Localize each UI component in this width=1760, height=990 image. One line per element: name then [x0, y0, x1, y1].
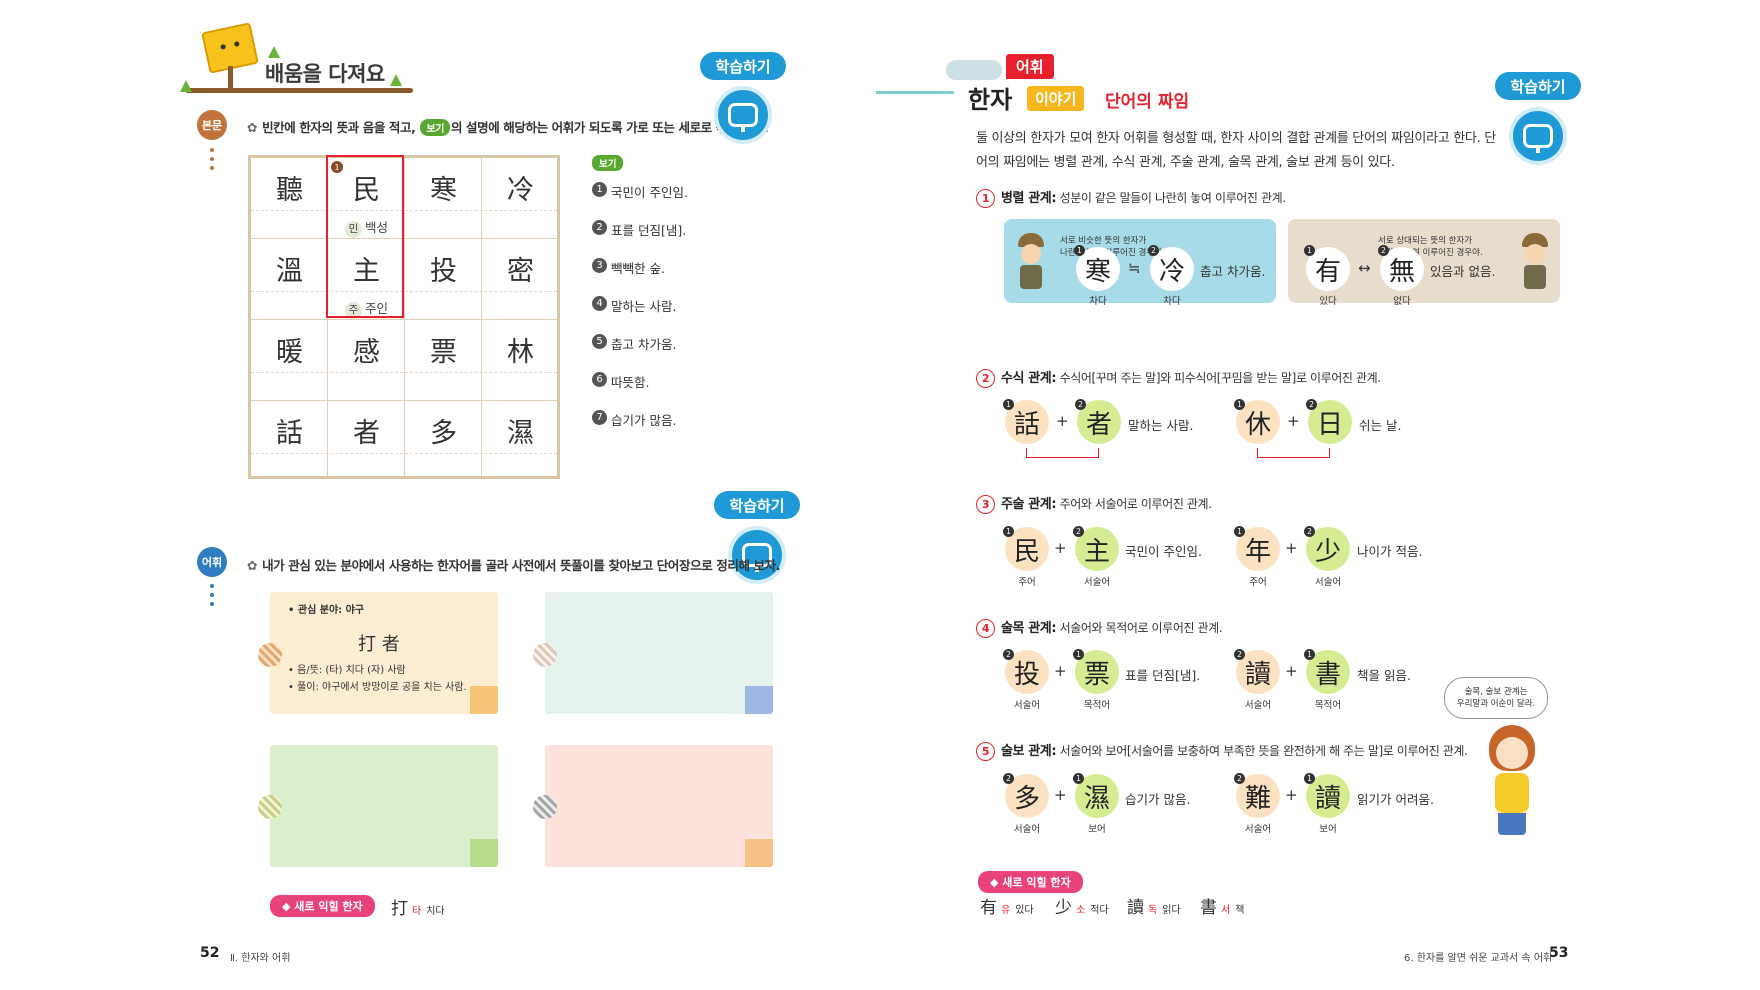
parallel-similar-panel: 서로 비슷한 뜻의 한자가 나란히 놓여 이루어진 경우야. 寒 1 ≒ 冷 2… [1004, 219, 1276, 307]
clover-icon: ✿ [247, 558, 258, 573]
list-item: 7 습기가 많음. [592, 410, 688, 448]
vocab-card[interactable]: • 관심 분야: 야구 打 者 • 음/뜻: (타) 치다 (자) 사람 • 풀… [270, 592, 498, 714]
new-hanja-item: 書서책 [1200, 898, 1245, 918]
learn-button[interactable]: 학습하기 [714, 491, 800, 519]
list-item: 3 빽빽한 숲. [592, 258, 688, 296]
pin-icon [533, 795, 557, 819]
grid-cell[interactable]: 感 [328, 320, 405, 400]
title-tag: 이야기 [1027, 86, 1085, 111]
grid-cell[interactable]: 者 [328, 401, 405, 476]
grid-cell[interactable]: 暖 [251, 320, 328, 400]
grid-cell[interactable]: 溫 [251, 239, 328, 319]
new-hanja-item: 打 타 치다 [391, 899, 445, 919]
new-hanja-item: 讀 독 읽다 [1127, 898, 1181, 918]
section2-instruction: ✿ 내가 관심 있는 분야에서 사용하는 한자어를 골라 사전에서 뜻풀이를 찾아… [247, 558, 781, 573]
bogi-list: 1 국민이 주인임. 2 표를 던짐[냄]. 3 빽빽한 숲. 4 말하는 사람. 5춥… [592, 182, 688, 448]
grid-cell[interactable]: 冷 [482, 158, 559, 238]
pin-icon [533, 643, 557, 667]
pin-icon [258, 795, 282, 819]
explorer-character-icon [1018, 233, 1046, 291]
card-reading: • 음/뜻: (타) 치다 (자) 사람 [288, 665, 406, 676]
stage-title: 배움을 다져요 [265, 62, 385, 86]
answer-highlight-box [326, 155, 404, 318]
learn-button[interactable]: 학습하기 [1495, 72, 1581, 100]
card-meaning: • 풀이: 야구에서 방망이로 공을 치는 사람. [288, 682, 467, 693]
grid-cell[interactable]: 投 [405, 239, 482, 319]
grass-icon [268, 46, 280, 58]
learn-monitor-icon[interactable] [1509, 107, 1567, 165]
grid-cell[interactable]: 林 [482, 320, 559, 400]
grid-number-badge: 1 [331, 161, 343, 173]
pin-icon [258, 643, 282, 667]
grid-cell[interactable]: 密 [482, 239, 559, 319]
bogi-tag: 보기 [592, 155, 624, 171]
learn-button[interactable]: 학습하기 [700, 52, 786, 80]
girl-character-icon [1482, 725, 1542, 840]
grid-cell[interactable]: 多 [405, 401, 482, 476]
section-title: 3 주술 관계: 주어와 서술어로 이루어진 관계. [976, 493, 1212, 514]
page-chapter: Ⅱ. 한자와 어휘 [230, 953, 291, 964]
badge-dots [210, 584, 214, 611]
cloud-icon [946, 60, 1002, 80]
new-hanja-item: 有 유 있다 [980, 898, 1034, 918]
title-accent-line [876, 91, 954, 94]
list-item: 4 말하는 사람. [592, 296, 688, 334]
page-subtitle: 단어의 짜임 [1105, 92, 1190, 112]
grid-cell[interactable]: 寒 [405, 158, 482, 238]
stage-underline [185, 88, 413, 93]
grass-icon [180, 80, 192, 92]
grass-icon [390, 74, 402, 86]
list-item: 1 국민이 주인임. [592, 182, 688, 220]
section-title: 2 수식 관계: 수식어[꾸며 주는 말]와 피수식어[꾸밈을 받는 말]로 이루… [976, 367, 1381, 388]
vocab-card[interactable] [545, 745, 773, 867]
page-number: 52 [200, 945, 220, 961]
badge-dots [210, 148, 214, 175]
new-hanja-tag: ◆ 새로 익힐 한자 [270, 895, 375, 917]
page-number: 53 [1549, 945, 1569, 961]
learn-monitor-icon[interactable] [714, 86, 772, 144]
intro-paragraph: 둘 이상의 한자가 모여 한자 어휘를 형성할 때, 한자 사이의 결합 관계를… [976, 131, 1496, 170]
modifier-arrow [1257, 448, 1330, 458]
section-title: 5 술보 관계: 서술어와 보어[서술어를 보충하여 부족한 뜻을 완전하게 해 … [976, 740, 1468, 761]
section1-instruction: ✿ 빈칸에 한자의 뜻과 음을 적고, 보기 의 설명에 해당하는 어휘가 되도록 … [247, 119, 769, 136]
clover-icon: ✿ [247, 120, 258, 135]
card-word: 打 者 [358, 634, 400, 655]
section-title: 4 술목 관계: 서술어와 목적어로 이루어진 관계. [976, 617, 1223, 638]
parallel-opposite-panel: 서로 상대되는 뜻의 한자가 나란히 놓여 이루어진 경우야. 有 1 ↔ 無 … [1288, 219, 1560, 307]
grid-cell[interactable]: 票 [405, 320, 482, 400]
grid-cell[interactable]: 話 [251, 401, 328, 476]
vocab-tag: 어휘 [1006, 54, 1054, 79]
modifier-arrow [1026, 448, 1099, 458]
list-item: 2 표를 던짐[냄]. [592, 220, 688, 258]
card-field: • 관심 분야: 야구 [288, 605, 365, 616]
hanja-grid: 聽 民 민 백성 寒 冷 溫 主 주 주인 投 密 暖 感 票 林 話 者 多 濕 [248, 155, 560, 479]
grid-cell[interactable]: 濕 [482, 401, 559, 476]
vocab-card[interactable] [270, 745, 498, 867]
section-badge-bonmun: 본문 [197, 110, 227, 140]
section-badge-eohwi: 어휘 [197, 547, 227, 577]
explorer-character-icon [1522, 233, 1550, 291]
list-item: 6 따뜻함. [592, 372, 688, 410]
grid-cell[interactable]: 聽 [251, 158, 328, 238]
list-item: 5 춥고 차가움. [592, 334, 688, 372]
section-title: 1 병렬 관계: 성분이 같은 말들이 나란히 놓여 이루어진 관계. [976, 187, 1286, 208]
bogi-pill: 보기 [420, 119, 450, 136]
page-chapter: 6. 한자를 알면 쉬운 교과서 속 어휘 [1404, 953, 1553, 964]
page-title: 한자 [968, 86, 1013, 114]
new-hanja-item: 少 소 적다 [1055, 898, 1109, 918]
new-hanja-tag: ◆ 새로 익힐 한자 [978, 871, 1083, 893]
speech-bubble: 술목, 술보 관계는 우리말과 어순이 달라. [1444, 677, 1548, 719]
vocab-card[interactable] [545, 592, 773, 714]
